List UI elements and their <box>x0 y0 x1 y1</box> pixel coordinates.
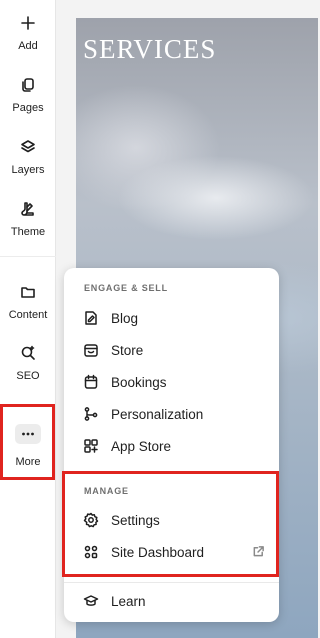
section-title-engage: ENGAGE & SELL <box>84 283 168 293</box>
menu-item-blog[interactable]: Blog <box>82 305 266 331</box>
page-title: SERVICES <box>83 34 217 64</box>
sidebar-item-layers[interactable]: Layers <box>0 138 56 176</box>
sidebar-item-label: Content <box>8 309 48 321</box>
sidebar-item-theme[interactable]: Theme <box>0 200 56 238</box>
menu-item-app-store[interactable]: App Store <box>82 433 266 459</box>
menu-item-label: Blog <box>111 310 139 326</box>
sidebar-item-label: Layers <box>11 164 45 176</box>
theme-icon <box>19 200 37 218</box>
sidebar-item-seo[interactable]: SEO <box>0 344 56 382</box>
blog-icon <box>82 309 100 327</box>
calendar-icon <box>82 373 100 391</box>
sidebar-divider <box>0 256 56 257</box>
menu-divider <box>64 582 279 583</box>
store-icon <box>82 341 100 359</box>
menu-item-personalization[interactable]: Personalization <box>82 401 266 427</box>
menu-item-label: Bookings <box>111 374 167 390</box>
menu-item-label: Personalization <box>111 406 204 422</box>
graduation-cap-icon <box>82 592 100 610</box>
personalization-icon <box>82 405 100 423</box>
sidebar-item-label: SEO <box>16 370 40 382</box>
menu-item-label: Store <box>111 342 144 358</box>
manage-highlight-box <box>62 471 279 577</box>
seo-search-icon <box>19 344 37 362</box>
more-highlight-box <box>0 404 55 480</box>
folder-icon <box>19 283 37 301</box>
sidebar-item-content[interactable]: Content <box>0 283 56 321</box>
sidebar-item-label: Pages <box>12 102 44 114</box>
sidebar-item-pages[interactable]: Pages <box>0 76 56 114</box>
plus-icon <box>19 14 37 32</box>
menu-item-label: App Store <box>111 438 172 454</box>
pages-icon <box>19 76 37 94</box>
sidebar-item-label: Theme <box>10 226 46 238</box>
menu-item-learn[interactable]: Learn <box>82 588 266 614</box>
app-store-icon <box>82 437 100 455</box>
left-sidebar: Add Pages Layers Theme Content SEO More <box>0 0 56 638</box>
layers-icon <box>19 138 37 156</box>
menu-item-store[interactable]: Store <box>82 337 266 363</box>
menu-item-label: Learn <box>111 593 146 609</box>
menu-item-bookings[interactable]: Bookings <box>82 369 266 395</box>
